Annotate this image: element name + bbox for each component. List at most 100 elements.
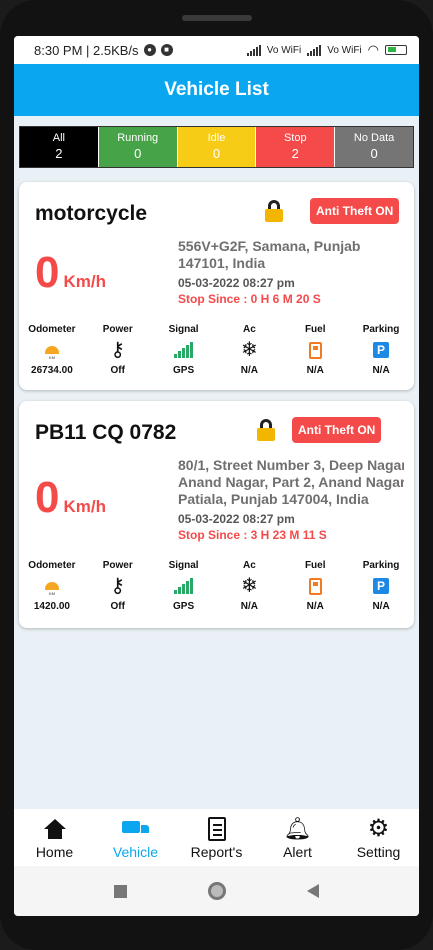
parking-icon: P [373, 342, 390, 358]
metric-signal: Signal GPS [151, 324, 217, 376]
filter-no-data[interactable]: No Data 0 [335, 127, 413, 167]
filter-label: Idle [207, 132, 226, 144]
vehicle-card[interactable]: motorcycle Anti Theft ON 0 Km/h 556V+G2F… [19, 182, 414, 390]
metric-label: Fuel [304, 560, 326, 571]
filter-stop[interactable]: Stop 2 [256, 127, 336, 167]
app-bar: Vehicle List [14, 64, 419, 116]
last-update-time: 05-03-2022 08:27 pm [178, 512, 295, 526]
nav-reports[interactable]: Report's [176, 809, 257, 866]
last-update-time: 05-03-2022 08:27 pm [178, 276, 295, 290]
nav-setting[interactable]: ⚙ Setting [338, 809, 419, 866]
nav-home[interactable]: Home [14, 809, 95, 866]
filter-count: 0 [212, 146, 221, 161]
metric-label: Signal [168, 324, 199, 335]
status-right: Vo WiFi Vo WiFi ◠ [246, 42, 407, 58]
parking-icon: P [373, 578, 390, 594]
stop-since: Stop Since : 3 H 23 M 11 S [178, 528, 327, 542]
anti-theft-button[interactable]: Anti Theft ON [310, 198, 400, 224]
nav-label: Report's [190, 844, 243, 860]
snowflake-icon: ❄ [241, 575, 258, 597]
truck-icon [121, 821, 150, 837]
metric-label: Odometer [28, 324, 76, 335]
metric-ac: Ac ❄ N/A [216, 560, 282, 612]
metric-value: 1420.00 [33, 601, 70, 612]
metric-label: Power [102, 560, 133, 571]
snowflake-icon: ❄ [241, 339, 258, 361]
gear-icon: ⚙ [367, 815, 390, 842]
metric-value: N/A [240, 601, 259, 612]
vehicle-address: 80/1, Street Number 3, Deep Nagar, Anand… [178, 457, 404, 508]
metric-label: Fuel [304, 324, 326, 335]
fuel-pump-icon [308, 341, 322, 359]
filter-count: 2 [55, 146, 63, 161]
vehicle-list: motorcycle Anti Theft ON 0 Km/h 556V+G2F… [14, 182, 419, 628]
fuel-pump-icon [308, 577, 322, 595]
lock-icon[interactable] [265, 200, 283, 222]
cell-signal-icon [246, 44, 261, 56]
home-button[interactable] [207, 882, 226, 900]
bottom-nav: Home Vehicle Report's 🔔︎ Alert ⚙ Setting [14, 809, 419, 866]
lock-icon[interactable] [257, 419, 275, 441]
speaker-grille [182, 15, 252, 21]
stop-since: Stop Since : 0 H 6 M 20 S [178, 292, 321, 306]
system-nav-bar [14, 866, 419, 916]
clipboard-icon [207, 817, 226, 841]
nav-label: Vehicle [112, 844, 159, 860]
filter-count: 0 [370, 146, 378, 161]
page-title: Vehicle List [164, 79, 269, 100]
filter-label: Running [117, 132, 159, 144]
nav-label: Alert [283, 844, 312, 860]
key-icon: ⚷ [110, 339, 126, 361]
metric-odometer: Odometer 1420.00 [19, 560, 85, 612]
metric-power: Power ⚷ Off [85, 324, 151, 376]
speed-readout: 0 Km/h [35, 248, 106, 298]
filter-all[interactable]: All 2 [20, 127, 99, 167]
metric-value: Off [110, 601, 125, 612]
metric-label: Ac [243, 560, 256, 571]
filter-label: All [52, 132, 66, 144]
vehicle-address: 556V+G2F, Samana, Punjab 147101, India [178, 238, 404, 272]
metric-ac: Ac ❄ N/A [216, 324, 282, 376]
status-time: 8:30 PM | 2.5KB/s [34, 42, 139, 58]
nav-alert[interactable]: 🔔︎ Alert [257, 809, 338, 866]
metric-value: GPS [173, 601, 195, 612]
filter-count: 2 [291, 146, 299, 161]
address-line: 556V+G2F, Samana, Punjab [178, 238, 361, 254]
back-button[interactable] [306, 884, 319, 898]
app-screen: 8:30 PM | 2.5KB/s ● ■ Vo WiFi Vo WiFi ◠ … [14, 36, 419, 916]
notification-icon: ● [143, 44, 156, 56]
metric-parking: Parking P N/A [348, 560, 414, 612]
metric-value: 26734.00 [31, 365, 73, 376]
speed-unit: Km/h [63, 272, 106, 291]
metric-signal: Signal GPS [151, 560, 217, 612]
odometer-icon [44, 582, 59, 596]
filter-label: Stop [283, 132, 307, 144]
metric-value: N/A [372, 601, 390, 612]
vehicle-card[interactable]: PB11 CQ 0782 Anti Theft ON 0 Km/h 80/1, … [19, 401, 414, 628]
home-icon [43, 819, 66, 839]
filter-running[interactable]: Running 0 [98, 127, 178, 167]
speed-value: 0 [35, 248, 60, 297]
metric-fuel: Fuel N/A [282, 560, 348, 612]
speed-unit: Km/h [63, 497, 106, 516]
signal-bars-icon [174, 342, 194, 358]
phone-frame: 8:30 PM | 2.5KB/s ● ■ Vo WiFi Vo WiFi ◠ … [0, 0, 433, 950]
metric-label: Parking [362, 324, 400, 335]
filter-idle[interactable]: Idle 0 [177, 127, 257, 167]
address-line: 147101, India [178, 255, 266, 271]
metric-value: N/A [306, 365, 324, 376]
signal-bars-icon [174, 578, 194, 594]
address-line: Patiala, Punjab 147004, India [178, 491, 369, 507]
speed-value: 0 [35, 473, 60, 522]
status-bar: 8:30 PM | 2.5KB/s ● ■ Vo WiFi Vo WiFi ◠ [14, 36, 419, 64]
recents-button[interactable] [114, 884, 128, 898]
metric-label: Power [102, 324, 133, 335]
anti-theft-button[interactable]: Anti Theft ON [292, 417, 382, 443]
nav-label: Setting [356, 844, 401, 860]
battery-icon [385, 45, 407, 55]
metric-power: Power ⚷ Off [85, 560, 151, 612]
nav-vehicle[interactable]: Vehicle [95, 809, 176, 866]
speed-readout: 0 Km/h [35, 473, 106, 523]
filter-label: No Data [353, 132, 395, 144]
metric-value: N/A [240, 365, 259, 376]
